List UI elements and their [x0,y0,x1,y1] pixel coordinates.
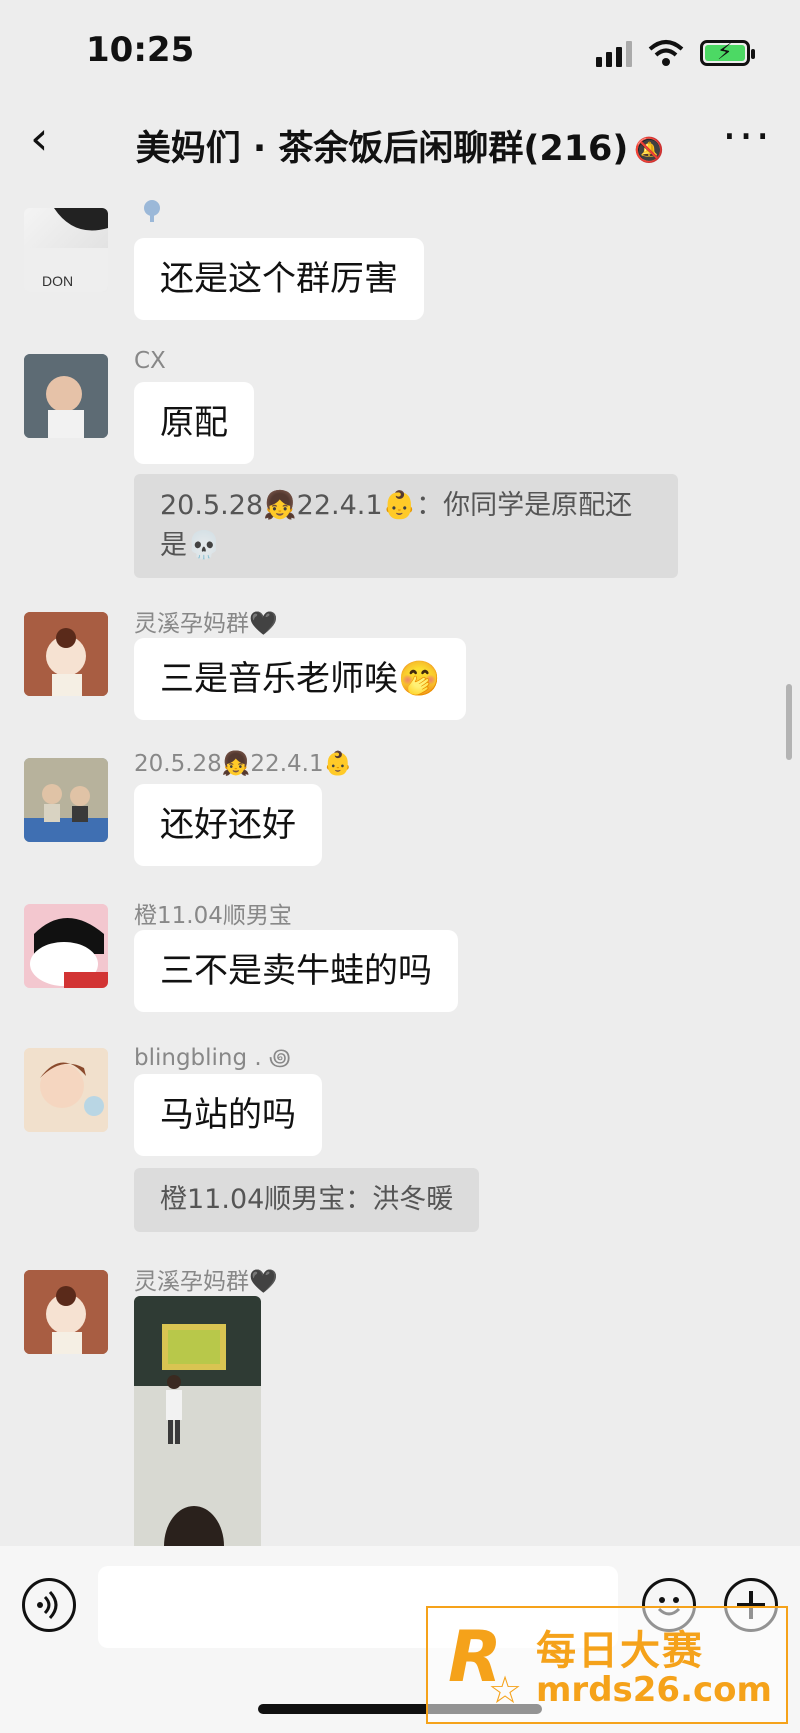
status-bar: 10:25 ⚡ [0,0,800,100]
watermark-text: 每日大赛 [536,1628,704,1674]
avatar[interactable]: DON [24,208,108,292]
nav-bar: ‹ 美妈们 · 茶余饭后闲聊群(216) 🔕 ··· [0,100,800,184]
message-bubble[interactable]: 三是音乐老师唉🤭 [134,638,467,720]
sender-name: 20.5.28👧22.4.1👶 [134,751,353,777]
avatar[interactable] [24,612,108,696]
avatar[interactable] [24,758,108,842]
chat-title: 美妈们 · 茶余饭后闲聊群(216) 🔕 [0,120,800,171]
scrollbar[interactable] [786,684,792,760]
muted-bell-icon: 🔕 [634,136,665,164]
star-icon: ☆ [488,1668,523,1712]
chat-title-text: 美妈们 · 茶余饭后闲聊群(216) [135,129,629,169]
watermark-url: mrds26.com [536,1670,772,1710]
sender-name: blingbling . ꩜ [134,1045,291,1071]
message-bubble[interactable]: 还好还好 [134,784,322,866]
avatar[interactable] [24,1270,108,1354]
status-icons: ⚡ [596,36,755,70]
wifi-icon [648,40,684,66]
sender-name: 橙11.04顺男宝 [134,903,292,929]
chat-area[interactable]: DON 还是这个群厉害 CX 原配 20.5.28👧22.4.1👶：你同学是原配… [0,184,800,1546]
signal-icon [596,39,632,67]
sender-name: 灵溪孕妈群🖤 [134,611,278,637]
quoted-message[interactable]: 橙11.04顺男宝：洪冬暖 [134,1168,480,1232]
message-bubble[interactable]: 原配 [134,382,254,464]
image-message[interactable] [134,1296,261,1546]
sender-badge-icon [144,200,160,222]
avatar[interactable] [24,1048,108,1132]
quoted-message[interactable]: 20.5.28👧22.4.1👶：你同学是原配还是💀 [134,474,678,578]
message-bubble[interactable]: 马站的吗 [134,1074,322,1156]
voice-icon[interactable] [22,1578,76,1632]
battery-icon: ⚡ [700,40,755,66]
more-button[interactable]: ··· [722,113,772,159]
avatar[interactable] [24,354,108,438]
message-bubble[interactable]: 三不是卖牛蛙的吗 [134,930,458,1012]
svg-text:DON: DON [42,273,73,289]
avatar[interactable] [24,904,108,988]
message-bubble[interactable]: 还是这个群厉害 [134,238,424,320]
watermark: R ☆ 每日大赛 mrds26.com [426,1606,788,1724]
sender-name: CX [134,348,166,374]
sender-name: 灵溪孕妈群🖤 [134,1269,278,1295]
status-time: 10:25 [86,30,195,70]
